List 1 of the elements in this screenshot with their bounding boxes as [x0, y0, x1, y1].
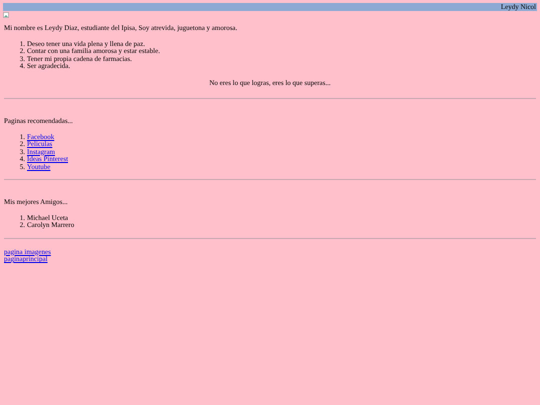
broken-image-icon [3, 12, 9, 18]
